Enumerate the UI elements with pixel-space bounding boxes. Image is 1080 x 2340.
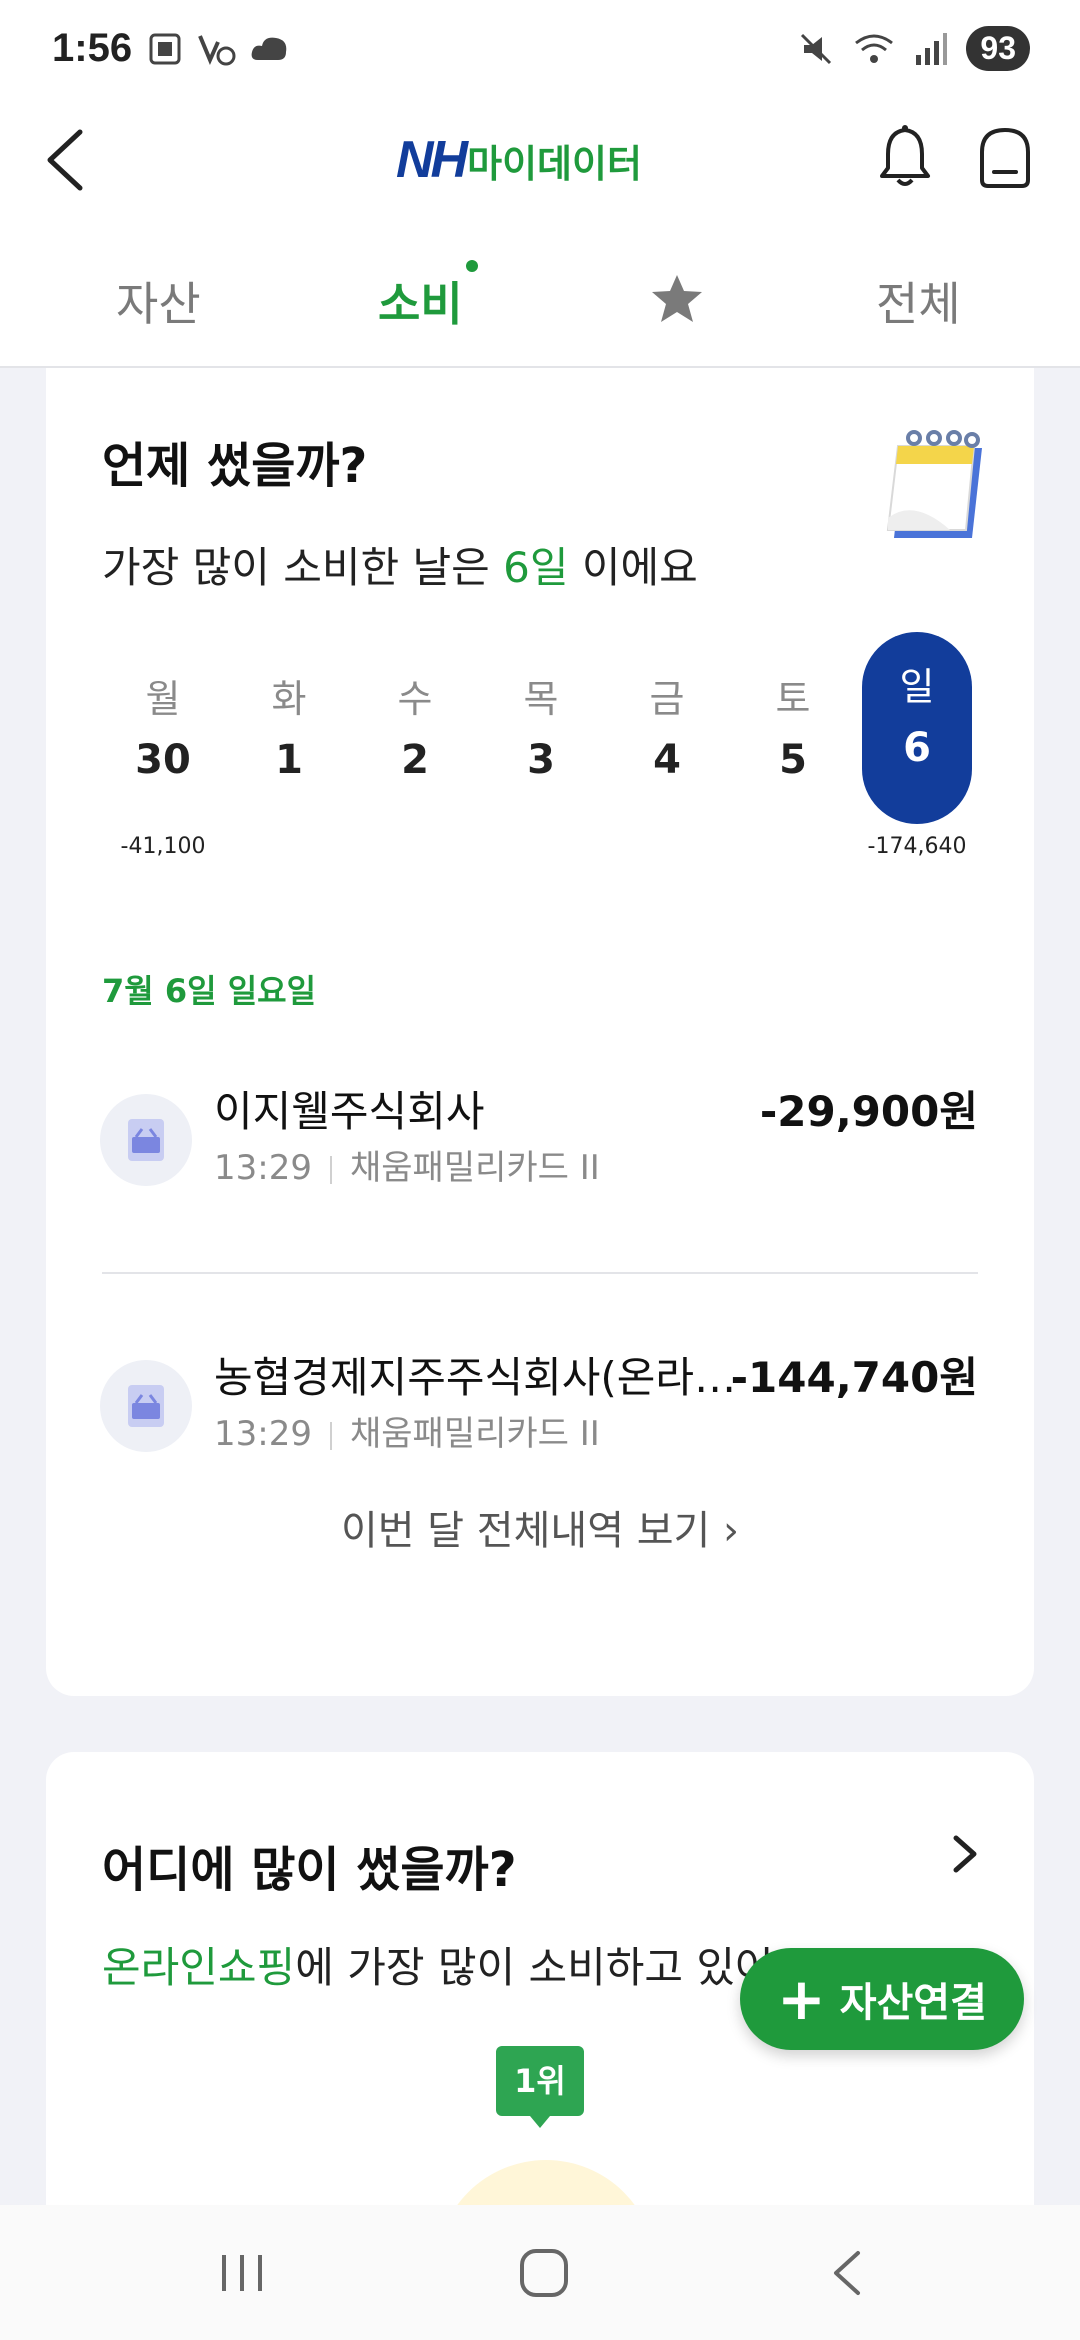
recent-apps-icon[interactable] — [212, 2245, 272, 2301]
txn-time: 13:29 — [214, 1148, 312, 1188]
back-icon[interactable] — [38, 124, 108, 194]
day-thu[interactable]: 목 3 — [486, 668, 596, 783]
no-call-icon — [198, 35, 236, 66]
selected-date-label: 7월 6일 일요일 — [102, 972, 317, 1010]
txn-divider — [102, 1272, 978, 1274]
day-name: 목 — [523, 677, 559, 721]
when-card-title: 언제 썼을까? — [102, 438, 368, 494]
day-name: 일 — [899, 665, 935, 709]
fab-label: 자산연결 — [839, 1980, 987, 2026]
txn-merchant[interactable]: 이지웰주식회사 — [214, 1078, 484, 1139]
tab-spending[interactable]: 소비 — [378, 268, 463, 334]
day-sat[interactable]: 토 5 — [738, 668, 848, 783]
subtitle-suffix: 이에요 — [568, 543, 698, 592]
app-header: NH 마이데이터 — [0, 100, 1080, 230]
status-right-icons: 93 — [798, 26, 1030, 71]
day-num: 4 — [653, 737, 681, 783]
signal-icon — [916, 32, 948, 65]
system-nav-bar — [0, 2205, 1080, 2340]
day-tue[interactable]: 화 1 — [234, 668, 344, 783]
where-card-title: 어디에 많이 썼을까? — [102, 1842, 517, 1898]
subtitle-highlight: 온라인쇼핑 — [102, 1943, 296, 1992]
day-num: 6 — [903, 725, 931, 771]
txn-amount: -144,740원 — [730, 1353, 978, 1402]
wifi-icon — [855, 34, 894, 63]
day-num: 5 — [779, 737, 807, 783]
status-time: 1:56 — [52, 26, 133, 70]
day-num: 1 — [275, 737, 303, 783]
separator — [329, 1155, 332, 1184]
separator — [329, 1421, 332, 1450]
day-fri[interactable]: 금 4 — [612, 668, 722, 783]
txn-amount: -29,900원 — [759, 1087, 978, 1136]
app-logo: NH 마이데이터 — [396, 130, 642, 190]
day-sun-selected[interactable]: 일 6 — [862, 632, 972, 824]
calendar-icon — [886, 430, 982, 538]
day-name: 토 — [775, 677, 811, 721]
day-num: 30 — [135, 737, 191, 783]
txn-card: 채움패밀리카드 II — [349, 1414, 600, 1454]
chevron-right-icon[interactable] — [942, 1832, 986, 1876]
txn-icon — [100, 1094, 192, 1186]
plus-icon: + — [777, 1965, 826, 2033]
day-name: 금 — [649, 677, 685, 721]
subtitle-prefix: 가장 많이 소비한 날은 — [102, 543, 504, 592]
txn-icon — [100, 1360, 192, 1452]
day-amount-sun: -174,640 — [867, 834, 967, 859]
connect-assets-button[interactable]: + 자산연결 — [740, 1948, 1024, 2050]
shopping-basket-icon — [128, 1385, 164, 1427]
txn-merchant[interactable]: 농협경제지주주식회사(온라… — [214, 1344, 736, 1405]
battery-badge: 93 — [966, 26, 1030, 71]
day-name: 화 — [271, 677, 307, 721]
subtitle-suffix: 에 가장 많이 소비하고 있어요 — [295, 1943, 813, 1992]
tab-assets[interactable]: 자산 — [116, 268, 201, 334]
day-name: 수 — [397, 677, 433, 721]
view-all-monthly-link[interactable]: 이번 달 전체내역 보기 › — [46, 1498, 1034, 1556]
tab-all[interactable]: 전체 — [876, 268, 961, 334]
tab-bar: 자산 소비 전체 — [0, 230, 1080, 368]
shopping-basket-icon — [128, 1119, 164, 1161]
subtitle-highlight: 6일 — [503, 543, 569, 592]
where-card-subtitle: 온라인쇼핑에 가장 많이 소비하고 있어요 — [102, 1934, 812, 1995]
status-left-icons — [148, 32, 290, 66]
nav-back-icon[interactable] — [818, 2245, 878, 2301]
day-num: 3 — [527, 737, 555, 783]
txn-meta: 13:29 채움패밀리카드 II — [214, 1140, 600, 1189]
mute-icon — [801, 33, 832, 64]
logo-brand: NH — [396, 131, 468, 189]
txn-meta: 13:29 채움패밀리카드 II — [214, 1406, 600, 1455]
day-mon[interactable]: 월 30 — [108, 668, 218, 783]
day-amount-mon: -41,100 — [120, 834, 206, 859]
rank-badge-pointer — [530, 2116, 550, 2128]
bell-icon[interactable] — [870, 122, 940, 192]
when-card-subtitle: 가장 많이 소비한 날은 6일 이에요 — [102, 534, 698, 595]
when-spent-card: 언제 썼을까? 가장 많이 소비한 날은 6일 이에요 월 30 화 1 수 2… — [46, 368, 1034, 1696]
logo-text: 마이데이터 — [467, 142, 642, 186]
home-icon[interactable] — [514, 2245, 574, 2301]
status-bar: 1:56 93 — [0, 0, 1080, 100]
day-name: 월 — [145, 677, 181, 721]
tab-new-dot — [466, 260, 478, 272]
profile-icon[interactable] — [970, 122, 1040, 192]
rank-badge: 1위 — [496, 2046, 584, 2116]
txn-time: 13:29 — [214, 1414, 312, 1454]
day-num: 2 — [401, 737, 429, 783]
star-icon[interactable] — [650, 272, 704, 326]
day-wed[interactable]: 수 2 — [360, 668, 470, 783]
cloud-icon — [251, 37, 287, 60]
txn-card: 채움패밀리카드 II — [349, 1148, 600, 1188]
screenshot-icon — [149, 33, 181, 65]
